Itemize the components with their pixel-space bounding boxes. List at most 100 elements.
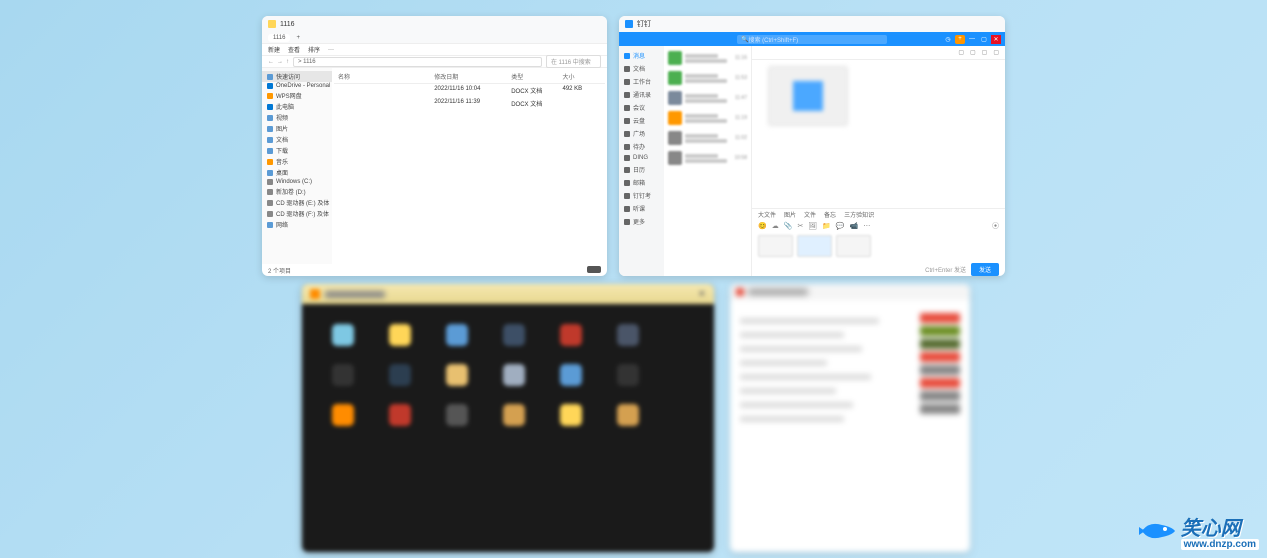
sidebar-item[interactable]: 视频 [262,112,332,123]
toolbar-new[interactable]: 新建 [268,45,280,54]
nav-item[interactable]: 文档 [619,62,664,75]
sidebar-item[interactable]: WPS网盘 [262,90,332,101]
attachment-thumb[interactable] [758,235,793,257]
nav-item[interactable]: 会议 [619,101,664,114]
sidebar-swatch[interactable] [920,378,960,388]
nav-item[interactable]: 更多 [619,215,664,228]
maximize-button[interactable]: ▢ [979,35,989,44]
group-icon[interactable]: ▢ [982,49,988,56]
sidebar-item[interactable]: Windows (C:) [262,178,332,186]
compose-tab[interactable]: 备忘 [824,210,836,219]
nav-item[interactable]: 待办 [619,140,664,153]
send-button[interactable]: 发送 [971,263,999,276]
record-icon[interactable]: ⦿ [992,221,999,231]
compose-tool-icon[interactable]: 📹 [850,222,859,230]
chat-list-item[interactable]: 10:58 [664,148,751,168]
clock-icon[interactable]: ◷ [943,35,953,44]
sidebar-item[interactable]: 快速访问 [262,71,332,82]
nav-item[interactable]: 通讯录 [619,88,664,101]
app-tile[interactable] [446,324,468,346]
sidebar-item[interactable]: 文档 [262,134,332,145]
nav-item[interactable]: DING [619,153,664,163]
chat-icon[interactable]: ▢ [958,49,964,56]
attachment-thumb[interactable] [836,235,871,257]
explorer-tab-add[interactable]: + [296,35,300,41]
compose-tool-icon[interactable]: 🖼 [808,222,817,230]
contact-icon[interactable]: ▢ [970,49,976,56]
explorer-search[interactable]: 在 1116 中搜索 [546,55,601,68]
light-app-window[interactable] [730,284,970,552]
app-tile[interactable] [560,404,582,426]
compose-tool-icon[interactable]: 💬 [836,222,845,230]
app-tile[interactable] [560,364,582,386]
sidebar-item[interactable]: 桌面 [262,167,332,178]
sidebar-swatch[interactable] [920,404,960,414]
col-type[interactable]: 类型 [511,72,562,81]
app-tile[interactable] [389,324,411,346]
sidebar-item[interactable]: 图片 [262,123,332,134]
file-row[interactable]: 2022/11/16 10:04DOCX 文档492 KB [334,84,605,97]
message-image-preview[interactable] [768,66,848,126]
nav-item[interactable]: 日历 [619,163,664,176]
chat-messages[interactable] [752,60,1005,208]
nav-forward-icon[interactable]: → [277,59,283,65]
dark-app-titlebar[interactable]: ✕ [302,284,714,304]
app-tile[interactable] [389,364,411,386]
view-toggle-icon[interactable] [587,266,601,273]
attachment-thumb[interactable] [797,235,832,257]
app-tile[interactable] [503,404,525,426]
nav-item[interactable]: 钉钉考 [619,189,664,202]
dark-app-window[interactable]: ✕ [302,284,714,552]
sidebar-item[interactable]: 新加卷 (D:) [262,186,332,197]
minimize-button[interactable]: — [967,35,977,44]
app-tile[interactable] [560,324,582,346]
sidebar-swatch[interactable] [920,352,960,362]
compose-tab[interactable]: 大文件 [758,210,776,219]
dingtalk-titlebar[interactable]: 钉钉 [619,16,1005,32]
compose-tool-icon[interactable]: 📎 [784,222,793,230]
file-row[interactable]: 2022/11/16 11:39DOCX 文档 [334,97,605,110]
sidebar-item[interactable]: 网络 [262,219,332,230]
toolbar-view[interactable]: 查看 [288,45,300,54]
app-tile[interactable] [617,404,639,426]
compose-tab[interactable]: 三方验知识 [844,210,874,219]
chat-list-item[interactable]: 11:16 [664,48,751,68]
nav-back-icon[interactable]: ← [268,59,274,65]
chat-list-item[interactable]: 11:19 [664,108,751,128]
nav-item[interactable]: 消息 [619,49,664,62]
close-button[interactable]: ✕ [991,35,1001,44]
sidebar-item[interactable]: OneDrive - Personal [262,82,332,90]
more-icon[interactable]: ▢ [993,49,999,56]
compose-tool-icon[interactable]: 📁 [822,222,831,230]
compose-tool-icon[interactable]: ⋯ [863,222,870,230]
compose-tool-icon[interactable]: ☁ [772,222,779,230]
sidebar-swatch[interactable] [920,365,960,375]
explorer-titlebar[interactable]: 1116 [262,16,607,32]
chat-list-item[interactable]: 11:47 [664,88,751,108]
app-tile[interactable] [332,364,354,386]
nav-item[interactable]: 工作台 [619,75,664,88]
app-tile[interactable] [389,404,411,426]
sidebar-item[interactable]: CD 驱动器 (F:) 及体 [262,208,332,219]
close-icon[interactable]: ✕ [698,289,706,300]
sidebar-item[interactable]: 下载 [262,145,332,156]
app-tile[interactable] [446,404,468,426]
app-tile[interactable] [617,324,639,346]
sidebar-swatch[interactable] [920,339,960,349]
chat-list-item[interactable]: 11:02 [664,128,751,148]
light-app-titlebar[interactable] [730,284,970,300]
compose-tab[interactable]: 图片 [784,210,796,219]
sidebar-item[interactable]: 此电脑 [262,101,332,112]
chat-list-item[interactable]: 11:53 [664,68,751,88]
breadcrumb[interactable]: > 1116 [293,57,542,67]
dingtalk-window[interactable]: 钉钉 🔍 搜索 (Ctrl+Shift+F) ◷ + — ▢ ✕ 消息文档工作台… [619,16,1005,276]
col-name[interactable]: 名称 [338,72,434,81]
col-size[interactable]: 大小 [563,72,601,81]
toolbar-more[interactable]: ··· [328,47,334,53]
file-explorer-window[interactable]: 1116 1116 + 新建 查看 排序 ··· ← → ↑ > 1116 在 … [262,16,607,276]
sidebar-item[interactable]: 音乐 [262,156,332,167]
app-tile[interactable] [617,364,639,386]
app-tile[interactable] [332,404,354,426]
nav-item[interactable]: 云盘 [619,114,664,127]
col-date[interactable]: 修改日期 [434,72,511,81]
